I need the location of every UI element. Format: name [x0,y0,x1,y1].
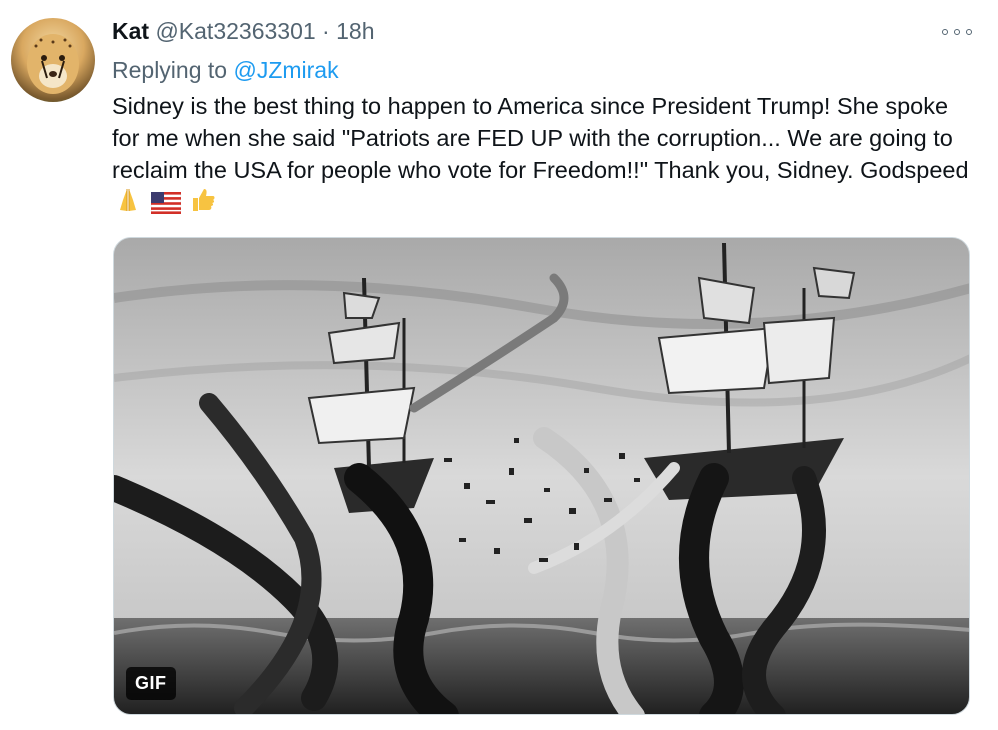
dot [942,29,948,35]
more-options-icon[interactable] [942,24,972,40]
tweet-text: Sidney is the best thing to happen to Am… [112,90,972,222]
gif-badge: GIF [126,667,176,700]
separator-dot: · [322,18,330,44]
dot [954,29,960,35]
tweet-header: Kat @Kat32363301 · 18h [112,18,374,45]
kraken-attack-image [114,238,969,714]
tweet[interactable]: Kat @Kat32363301 · 18h Replying to @JZmi… [0,0,998,730]
tweet-body: Sidney is the best thing to happen to Am… [112,93,969,183]
replying-to: Replying to @JZmirak [112,57,339,84]
folded-hands-icon [114,186,142,222]
thumbs-up-icon [189,186,217,222]
gif-media[interactable]: GIF [113,237,970,715]
replying-prefix: Replying to [112,57,228,83]
replying-to-link[interactable]: @JZmirak [233,57,338,83]
us-flag-icon [150,190,181,222]
timestamp[interactable]: 18h [336,18,374,44]
dot [966,29,972,35]
display-name[interactable]: Kat [112,18,149,44]
avatar[interactable] [11,18,95,102]
user-handle[interactable]: @Kat32363301 [155,18,315,44]
